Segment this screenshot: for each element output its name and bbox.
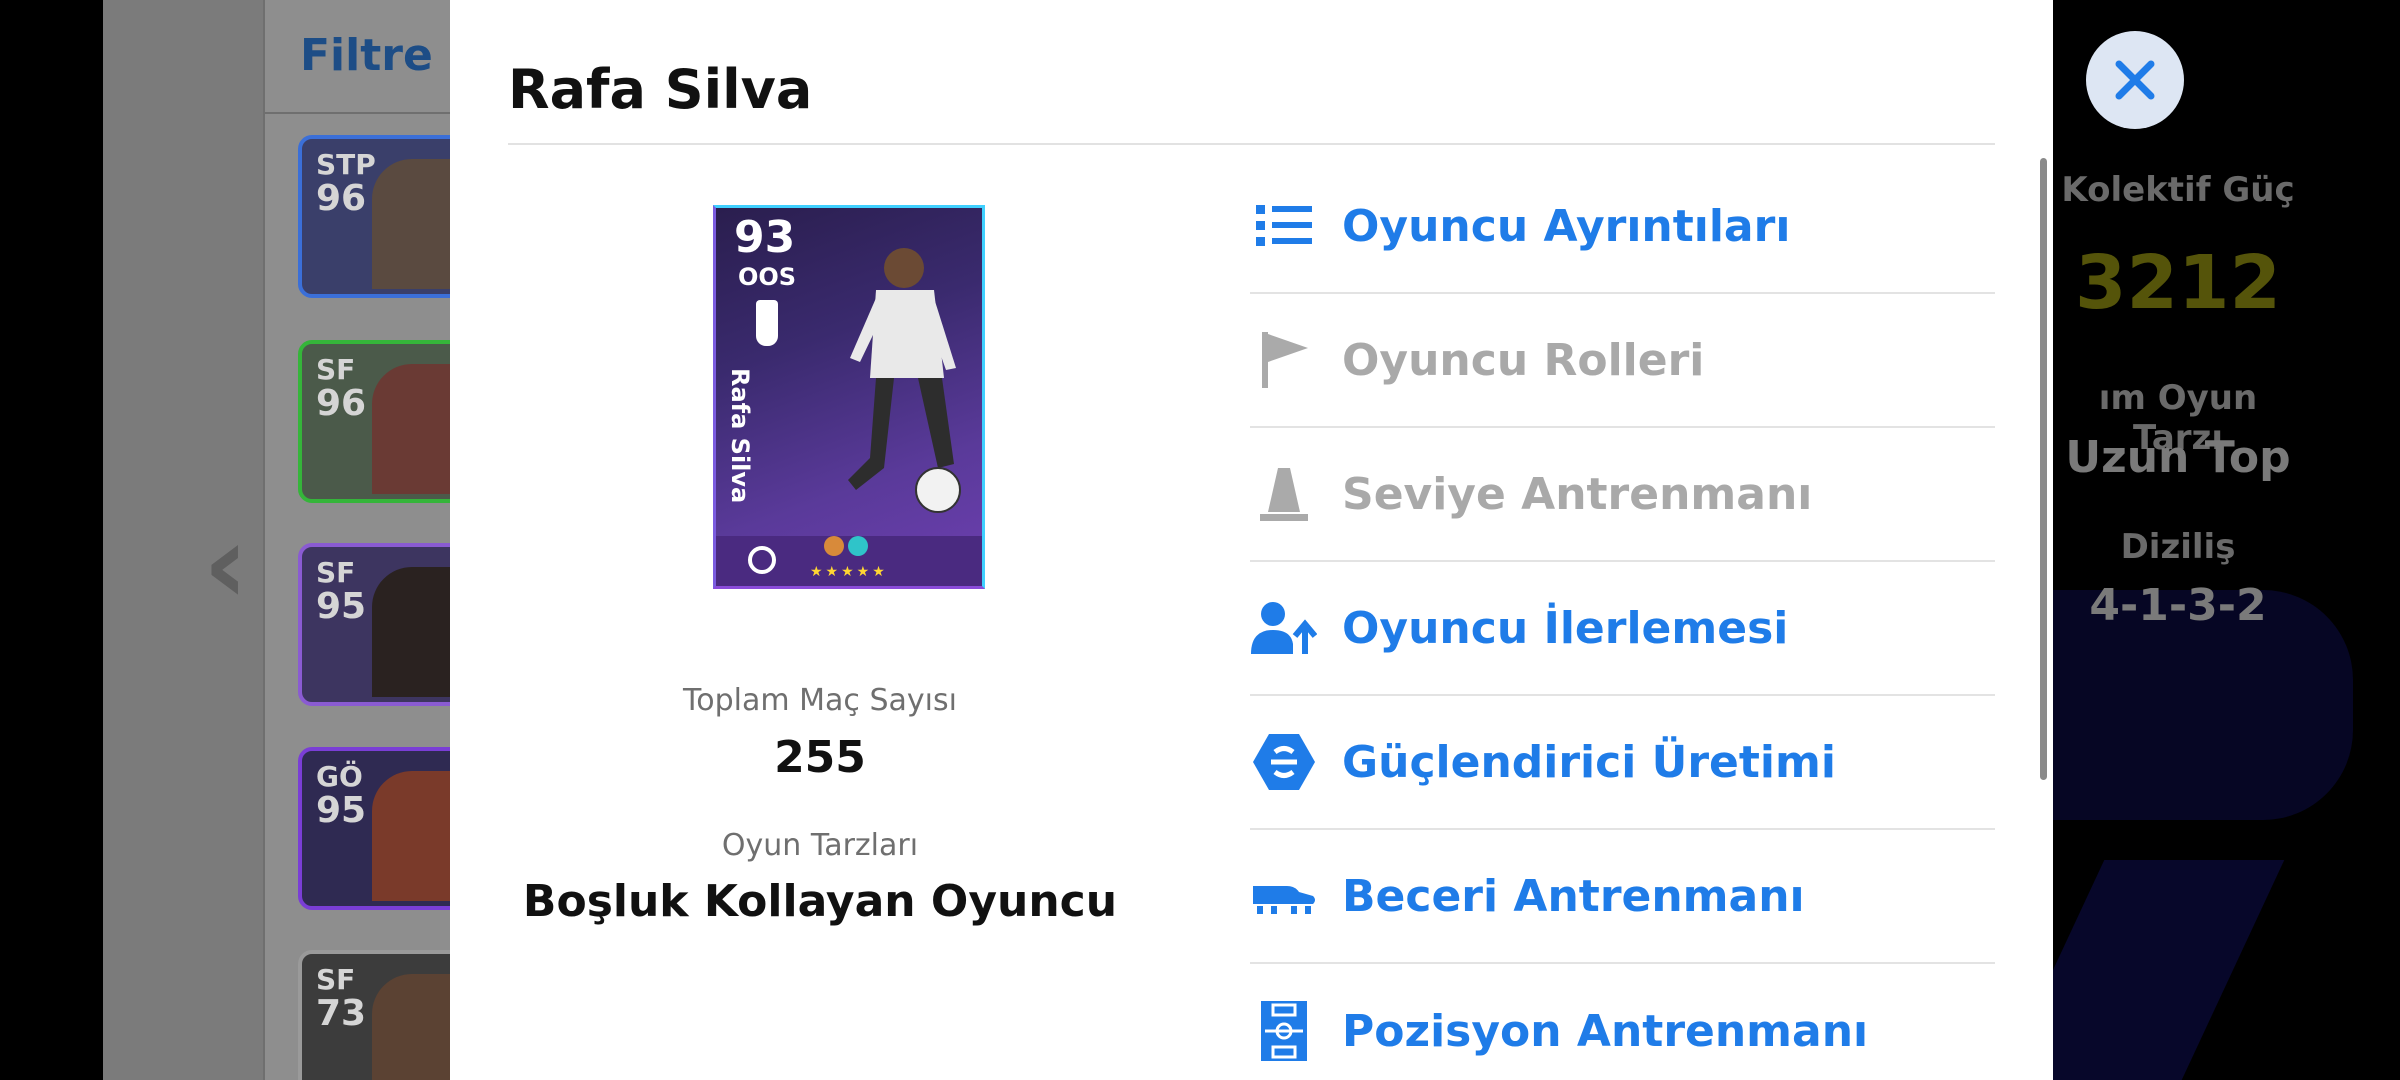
player-photo bbox=[372, 567, 462, 697]
card-position: STP bbox=[316, 148, 376, 181]
player-card[interactable]: 93 OOS Rafa Silva ★★★★★ bbox=[713, 205, 985, 589]
cone-icon bbox=[1250, 460, 1318, 528]
card-position: SF bbox=[316, 963, 356, 996]
card-player-name: Rafa Silva bbox=[726, 368, 754, 504]
player-card-thumb: GÖ 95 bbox=[298, 747, 466, 910]
team-strength-label: Kolektif Güç bbox=[2061, 170, 2295, 210]
skill-badge-icon bbox=[848, 536, 868, 556]
player-action-modal: Rafa Silva 93 OOS Rafa Silva ★★★★★ Topla… bbox=[450, 0, 2053, 1080]
card-rating: 96 bbox=[316, 383, 367, 424]
title-divider bbox=[508, 143, 1995, 145]
user-progress-icon bbox=[1250, 594, 1318, 662]
playstyle-value: Uzun Top bbox=[2065, 432, 2291, 483]
player-card-thumb: STP 96 bbox=[298, 135, 466, 298]
menu-item-level-training[interactable]: Seviye Antrenmanı bbox=[1250, 428, 1995, 562]
efootball-logo-icon bbox=[748, 546, 776, 574]
formation-label: Diziliş bbox=[2120, 527, 2236, 567]
menu-item-label: Oyuncu Ayrıntıları bbox=[1342, 200, 1791, 252]
card-skill-badges bbox=[824, 536, 872, 560]
menu-item-label: Beceri Antrenmanı bbox=[1342, 870, 1805, 922]
card-position: GÖ bbox=[316, 760, 363, 793]
team-summary-panel: Kolektif Güç 3212 ım Oyun Tarzı Uzun Top… bbox=[2053, 0, 2400, 1080]
player-card-thumb: SF 96 bbox=[298, 340, 466, 503]
scrollbar[interactable] bbox=[2040, 158, 2047, 780]
menu-item-player-details[interactable]: Oyuncu Ayrıntıları bbox=[1250, 160, 1995, 294]
player-photo bbox=[372, 364, 462, 494]
card-position: SF bbox=[316, 353, 356, 386]
flag-icon bbox=[1250, 326, 1318, 394]
menu-item-label: Güçlendirici Üretimi bbox=[1342, 736, 1836, 788]
card-position: SF bbox=[316, 556, 356, 589]
booster-icon bbox=[1250, 728, 1318, 796]
formation-value: 4-1-3-2 bbox=[2089, 580, 2267, 631]
club-badge-icon bbox=[756, 300, 778, 346]
filter-button: Filtre bbox=[300, 30, 433, 81]
card-position: OOS bbox=[738, 263, 797, 291]
pitch-icon bbox=[1250, 997, 1318, 1065]
card-rating: 93 bbox=[734, 212, 796, 263]
boot-icon bbox=[1250, 862, 1318, 930]
player-actions-menu: Oyuncu Ayrıntıları Oyuncu Rolleri Seviye… bbox=[1250, 160, 1995, 1080]
player-card-thumb: SF 73 bbox=[298, 950, 466, 1080]
player-image bbox=[848, 248, 961, 513]
previous-arrow-icon: ‹ bbox=[203, 500, 249, 628]
menu-item-player-progression[interactable]: Oyuncu İlerlemesi bbox=[1250, 562, 1995, 696]
player-photo bbox=[372, 771, 462, 901]
playstyles-label: Oyun Tarzları bbox=[721, 828, 919, 863]
close-button[interactable] bbox=[2086, 31, 2184, 129]
playstyles-value: Boşluk Kollayan Oyuncu bbox=[522, 876, 1118, 927]
background-shape bbox=[2053, 860, 2285, 1080]
menu-item-label: Oyuncu Rolleri bbox=[1342, 334, 1705, 386]
close-icon bbox=[2115, 60, 2155, 100]
player-card-thumb: SF 95 bbox=[298, 543, 466, 706]
menu-item-label: Seviye Antrenmanı bbox=[1342, 468, 1813, 520]
card-rating: 96 bbox=[316, 178, 367, 219]
menu-item-booster-creation[interactable]: Güçlendirici Üretimi bbox=[1250, 696, 1995, 830]
player-photo bbox=[372, 974, 462, 1080]
team-strength-value: 3212 bbox=[2075, 240, 2281, 326]
player-photo bbox=[372, 159, 462, 289]
skill-badge-icon bbox=[824, 536, 844, 556]
menu-item-label: Oyuncu İlerlemesi bbox=[1342, 602, 1789, 654]
menu-item-label: Pozisyon Antrenmanı bbox=[1342, 1005, 1869, 1057]
menu-item-position-training[interactable]: Pozisyon Antrenmanı bbox=[1250, 964, 1995, 1080]
menu-item-skill-training[interactable]: Beceri Antrenmanı bbox=[1250, 830, 1995, 964]
menu-item-player-roles[interactable]: Oyuncu Rolleri bbox=[1250, 294, 1995, 428]
total-matches-label: Toplam Maç Sayısı bbox=[683, 683, 957, 718]
card-stars: ★★★★★ bbox=[810, 564, 888, 580]
total-matches-value: 255 bbox=[774, 732, 866, 783]
card-rating: 73 bbox=[316, 993, 367, 1034]
list-icon bbox=[1250, 192, 1318, 260]
modal-title: Rafa Silva bbox=[508, 58, 813, 121]
card-rating: 95 bbox=[316, 586, 367, 627]
card-rating: 95 bbox=[316, 790, 367, 831]
